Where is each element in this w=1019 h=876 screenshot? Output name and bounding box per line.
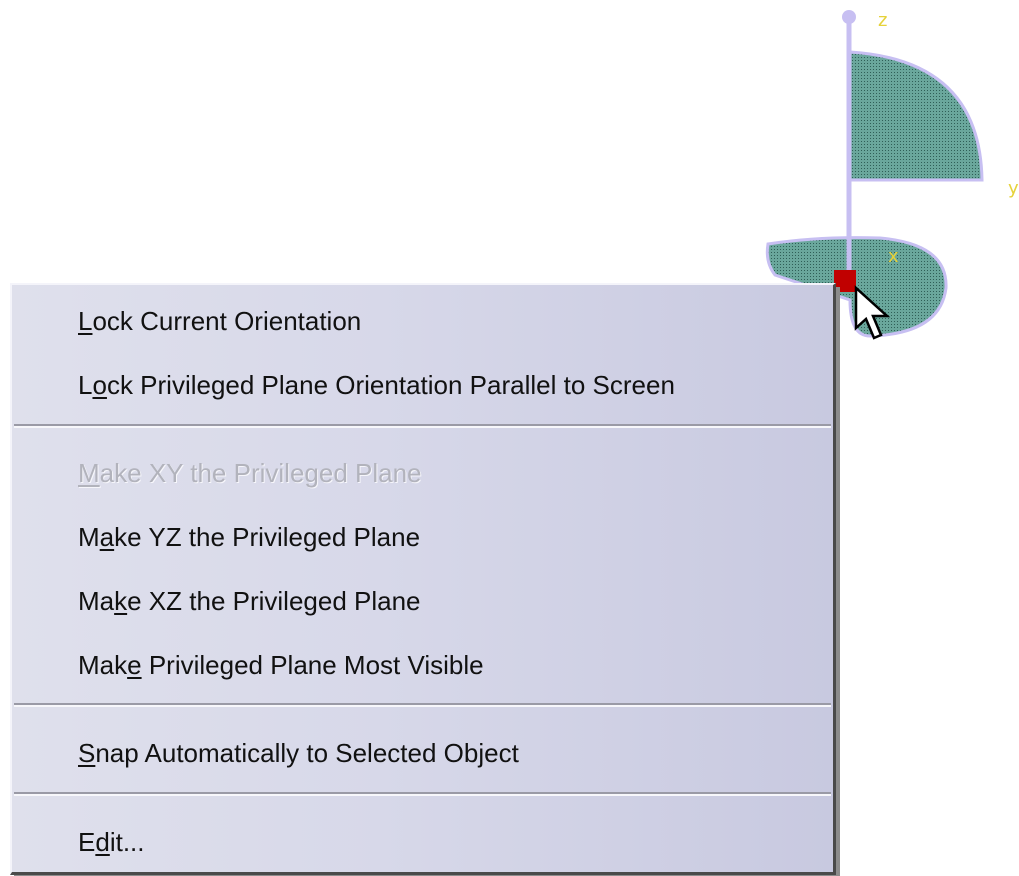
menu-item-lock-current-orientation[interactable]: Lock Current Orientation [78, 301, 361, 341]
menu-separator [14, 703, 831, 707]
z-axis-label: z [878, 10, 888, 31]
menu-item-edit[interactable]: Edit... [78, 822, 144, 862]
menu-item-lock-privileged-plane-orientation[interactable]: Lock Privileged Plane Orientation Parall… [78, 365, 675, 405]
context-menu: Lock Current Orientation Lock Privileged… [10, 283, 836, 875]
menu-item-make-xy-privileged-plane[interactable]: Make XY the Privileged Plane [78, 453, 422, 493]
menu-item-snap-automatically[interactable]: Snap Automatically to Selected Object [78, 733, 519, 773]
menu-item-make-xz-privileged-plane[interactable]: Make XZ the Privileged Plane [78, 581, 421, 621]
y-axis-label: y [1008, 178, 1019, 199]
3d-viewport[interactable]: z y x Lock Current Orientation Lock Priv… [0, 0, 1019, 876]
menu-item-make-yz-privileged-plane[interactable]: Make YZ the Privileged Plane [78, 517, 420, 557]
arrow-cursor-icon [854, 285, 891, 340]
x-axis-label: x [888, 246, 899, 267]
menu-item-make-privileged-plane-most-visible[interactable]: Make Privileged Plane Most Visible [78, 645, 484, 685]
menu-separator [14, 792, 831, 796]
menu-separator [14, 424, 831, 428]
